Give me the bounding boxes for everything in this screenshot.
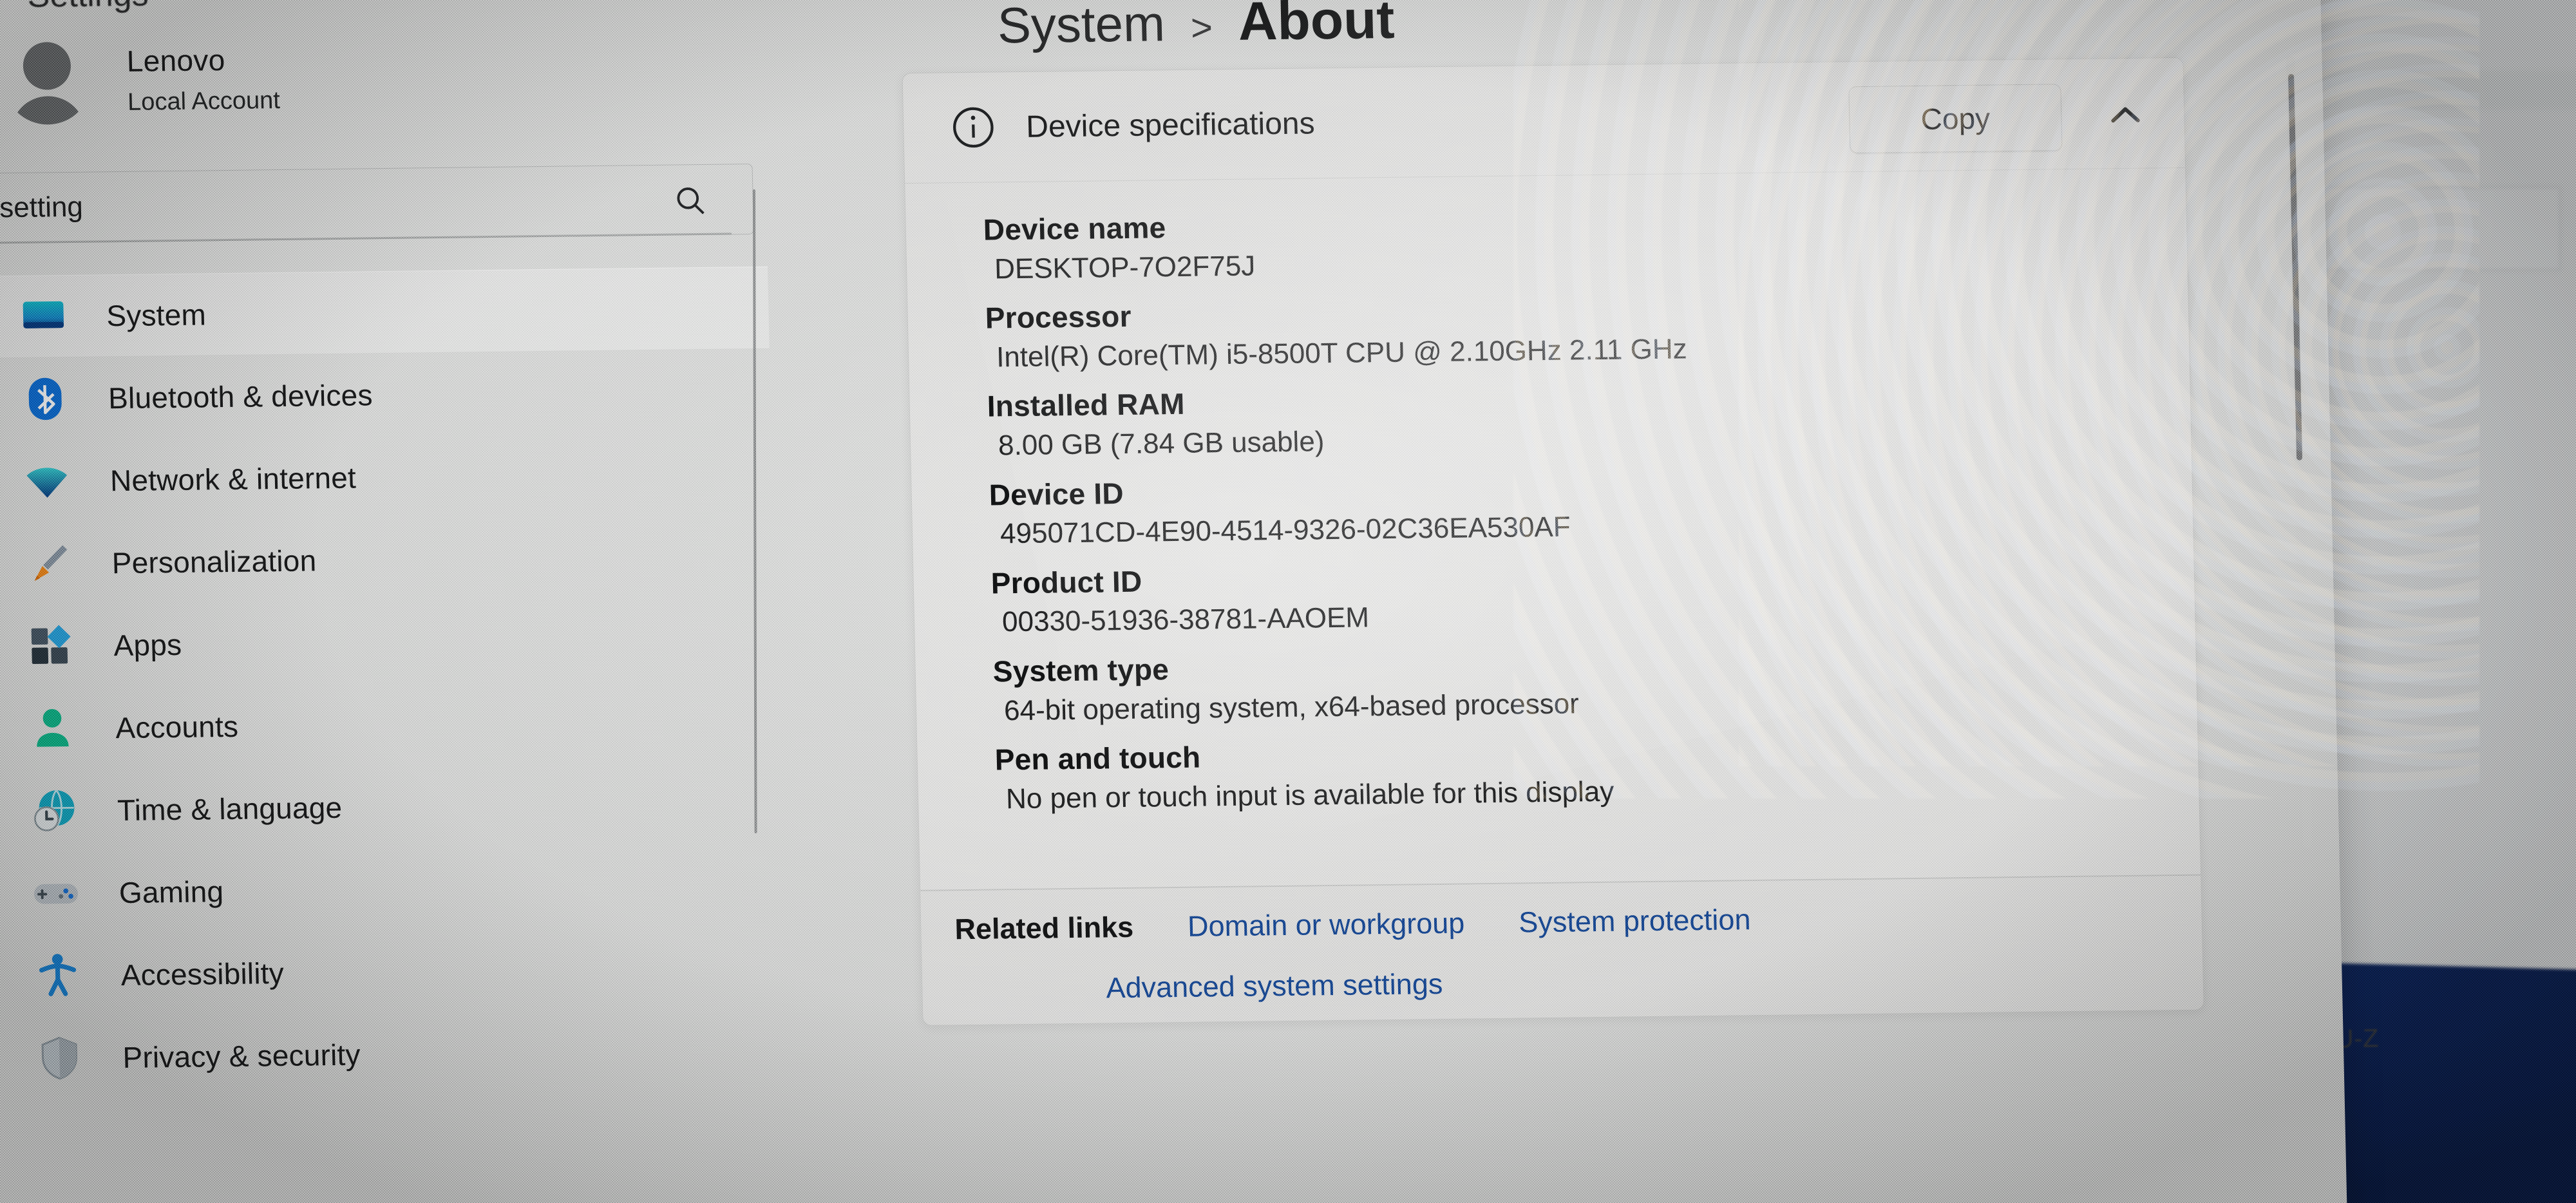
sidebar: Lenovo Local Account Find a setting xyxy=(0,10,770,1179)
account-subtitle: Local Account xyxy=(127,86,281,116)
related-links-heading: Related links xyxy=(954,910,1134,946)
sidebar-nav-list: System Bluetooth & devices Network & int… xyxy=(0,266,786,1101)
sidebar-item-network-internet[interactable]: Network & internet xyxy=(0,431,773,524)
spec-row: Product ID 00330-51936-38781-AAOEM xyxy=(990,549,2195,643)
sidebar-item-label: Time & language xyxy=(117,790,343,828)
wifi-icon xyxy=(18,453,76,510)
paintbrush-icon xyxy=(20,535,78,592)
link-advanced-system-settings[interactable]: Advanced system settings xyxy=(1106,967,1443,1004)
account-header[interactable]: Lenovo Local Account xyxy=(3,34,281,126)
sidebar-item-gaming[interactable]: Gaming xyxy=(0,844,782,936)
sidebar-item-label: System xyxy=(106,298,207,333)
sidebar-item-accessibility[interactable]: Accessibility xyxy=(0,925,784,1018)
accessibility-icon xyxy=(29,947,87,1005)
clock-globe-icon xyxy=(25,782,83,840)
monitor-icon xyxy=(14,288,72,345)
info-circle-icon xyxy=(948,102,998,152)
collapse-toggle-button[interactable] xyxy=(2089,84,2161,149)
shield-icon xyxy=(31,1030,89,1087)
link-domain-or-workgroup[interactable]: Domain or workgroup xyxy=(1188,907,1465,943)
card-header[interactable]: Device specifications Copy xyxy=(902,58,2185,183)
sidebar-item-system[interactable]: System xyxy=(0,266,770,359)
chevron-up-icon xyxy=(2104,93,2148,140)
link-system-protection[interactable]: System protection xyxy=(1519,903,1751,939)
related-links-section: Related links Domain or workgroup System… xyxy=(920,875,2204,1025)
person-avatar-icon xyxy=(3,37,92,126)
background-window-field xyxy=(2322,187,2561,270)
account-name: Lenovo xyxy=(126,43,226,78)
sidebar-item-bluetooth-devices[interactable]: Bluetooth & devices xyxy=(0,349,772,442)
copy-button-label: Copy xyxy=(1920,101,1991,136)
spec-row: Processor Intel(R) Core(TM) i5-8500T CPU… xyxy=(985,284,2190,378)
spec-row: Pen and touch No pen or touch input is a… xyxy=(994,726,2199,820)
breadcrumb: System > About xyxy=(997,0,1396,55)
chevron-right-icon: > xyxy=(1190,6,1213,49)
card-title: Device specifications xyxy=(1025,106,1316,144)
photograph-of-monitor: g...\CPU-Z Settings Lenovo Local Account… xyxy=(0,0,2576,1203)
sidebar-item-label: Apps xyxy=(113,627,182,663)
sidebar-item-label: Bluetooth & devices xyxy=(108,378,374,415)
page-title: About xyxy=(1237,0,1396,52)
sidebar-item-label: Accessibility xyxy=(120,956,285,992)
apps-blocks-icon xyxy=(22,618,80,675)
sidebar-item-personalization[interactable]: Personalization xyxy=(0,514,775,607)
sidebar-item-label: Privacy & security xyxy=(122,1037,361,1075)
sidebar-item-apps[interactable]: Apps xyxy=(0,596,777,689)
search-input[interactable]: Find a setting xyxy=(0,164,754,245)
device-specifications-card: Device specifications Copy Device name D… xyxy=(902,57,2204,1026)
sidebar-item-label: Personalization xyxy=(111,544,317,580)
bluetooth-icon xyxy=(16,370,74,428)
sidebar-item-time-language[interactable]: Time & language xyxy=(0,761,781,854)
window-title: Settings xyxy=(27,0,149,15)
spec-row: Device ID 495071CD-4E90-4514-9326-02C36E… xyxy=(989,460,2193,554)
background-window-titlebar xyxy=(2318,71,2576,109)
breadcrumb-parent[interactable]: System xyxy=(997,0,1166,55)
settings-window: Settings Lenovo Local Account Find a set… xyxy=(0,0,2348,1203)
sidebar-item-privacy-security[interactable]: Privacy & security xyxy=(0,1008,786,1101)
person-icon xyxy=(23,700,81,757)
device-specifications-list: Device name DESKTOP-7O2F75J Processor In… xyxy=(905,174,2200,884)
spec-row: System type 64-bit operating system, x64… xyxy=(992,638,2197,732)
sidebar-item-label: Accounts xyxy=(115,709,239,745)
spec-row: Installed RAM 8.00 GB (7.84 GB usable) xyxy=(987,372,2192,466)
content-pane: System > About Device specifications Cop… xyxy=(773,0,2347,1203)
copy-button[interactable]: Copy xyxy=(1848,84,2063,154)
sidebar-item-label: Gaming xyxy=(118,875,224,910)
gamepad-icon xyxy=(27,865,85,922)
search-icon xyxy=(672,183,708,218)
search-placeholder: Find a setting xyxy=(0,191,84,225)
spec-row: Device name DESKTOP-7O2F75J xyxy=(983,196,2188,290)
sidebar-item-label: Network & internet xyxy=(109,460,357,498)
sidebar-item-accounts[interactable]: Accounts xyxy=(0,679,779,772)
